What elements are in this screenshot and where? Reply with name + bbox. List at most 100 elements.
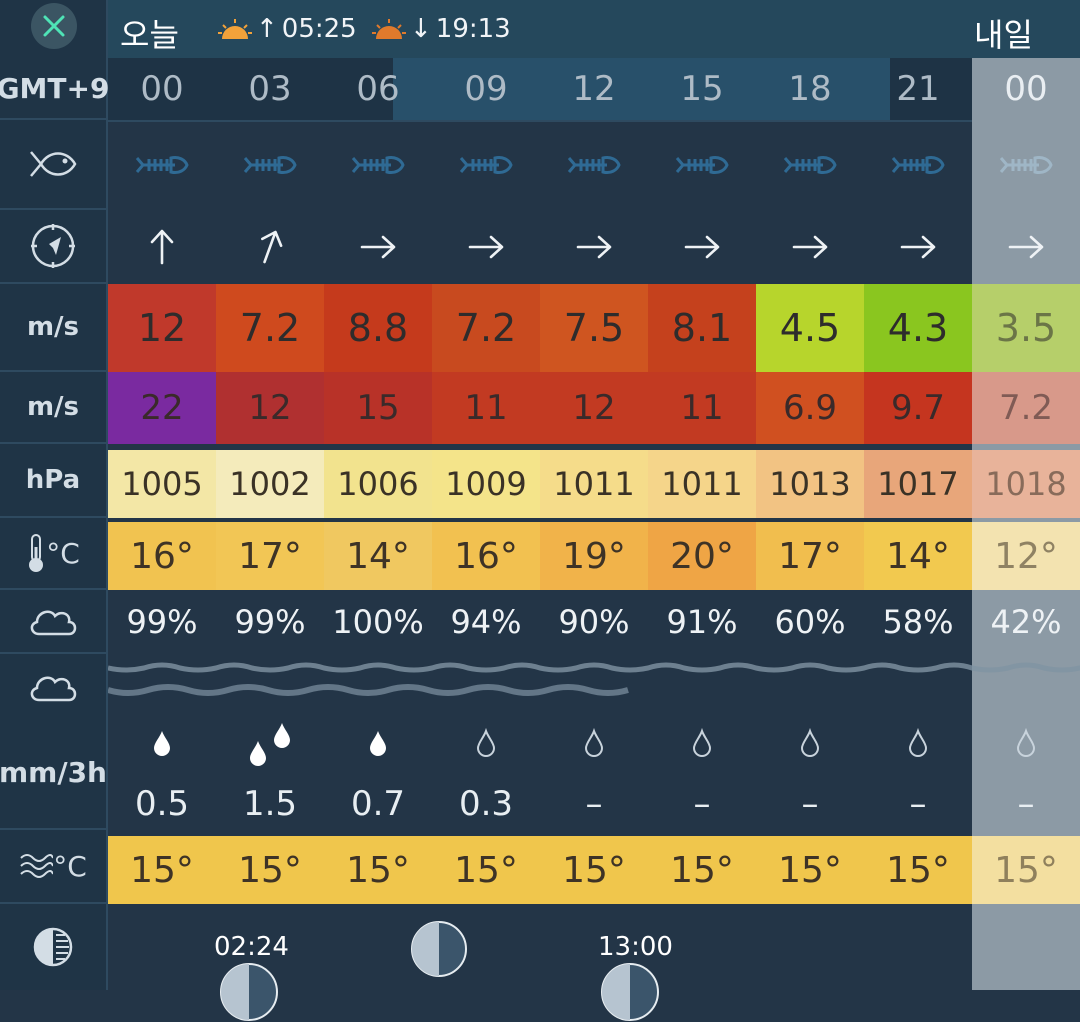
tomorrow-label: 내일 <box>974 16 1033 54</box>
temperature-cell: 19° <box>540 522 648 590</box>
moon-icon-cell <box>0 904 106 990</box>
cloud-icon <box>30 610 77 636</box>
cloud-cover-cell-value: 100% <box>332 603 424 641</box>
pressure-cell: 1018 <box>972 450 1080 518</box>
pressure-cell: 1013 <box>756 450 864 518</box>
pressure-cell-value: 1005 <box>121 465 203 503</box>
wind-arrow-icon <box>576 235 612 259</box>
pressure-cell: 1006 <box>324 450 432 518</box>
wind-direction-cell <box>324 210 432 284</box>
precip-amount-cell: 0.3 <box>432 776 540 832</box>
moon-phase-icon <box>220 963 278 1021</box>
raindrop-icon <box>584 727 604 757</box>
temperature-cell-value: 16° <box>454 535 518 577</box>
cloud-cover-cell: 99% <box>216 590 324 654</box>
sea-temp-cell-value: 15° <box>886 849 950 891</box>
wind-arrow-icon <box>261 230 283 264</box>
gust-cell: 11 <box>648 372 756 444</box>
wind-speed-cell: 8.1 <box>648 284 756 372</box>
gust-cell-value: 12 <box>248 388 292 428</box>
raindrop-icon <box>154 731 170 756</box>
wind-direction-cell <box>216 210 324 284</box>
fish-skeleton-icon <box>783 156 837 174</box>
precip-unit-cell: mm/3h <box>0 654 107 830</box>
wind-speed-cell-value: 4.3 <box>887 306 949 350</box>
gust-cell: 7.2 <box>972 372 1080 444</box>
pressure-cell-value: 1013 <box>769 465 851 503</box>
gust-cell-value: 11 <box>680 388 724 428</box>
wind-arrow-icon <box>684 235 720 259</box>
gust-cell-value: 22 <box>140 388 184 428</box>
precip-amount-cell-value: – <box>693 784 711 824</box>
cloud-layer-graph <box>108 662 1080 696</box>
precip-amount-cell-value: 1.5 <box>242 784 298 824</box>
raindrop-icon <box>800 727 820 757</box>
hour-label: 15 <box>680 69 724 109</box>
temperature-cell-value: 19° <box>562 535 626 577</box>
wind-speed-cell: 4.3 <box>864 284 972 372</box>
precip-amount-cell-value: – <box>1017 784 1035 824</box>
wind-speed-cell-value: 12 <box>137 306 187 350</box>
raindrop-icon <box>370 731 386 756</box>
close-button[interactable] <box>31 3 77 49</box>
pressure-cell-value: 1006 <box>337 465 419 503</box>
wind-direction-cell <box>432 210 540 284</box>
precip-amount-cell: 1.5 <box>216 776 324 832</box>
wind-direction-icon-cell <box>0 210 106 284</box>
raindrop-icon <box>476 727 496 757</box>
gust-cell-value: 11 <box>464 388 508 428</box>
precip-amount-cell: – <box>864 776 972 832</box>
wind-speed-cell: 7.5 <box>540 284 648 372</box>
wind-speed-cell-value: 8.1 <box>671 306 733 350</box>
gust-cell-value: 9.7 <box>890 388 946 428</box>
wind-speed-cell-value: 7.2 <box>239 306 301 350</box>
temperature-cell-value: 20° <box>670 535 734 577</box>
cloud-cover-cell-value: 91% <box>666 603 738 641</box>
fish-rating-cell <box>864 120 972 210</box>
temperature-cell-value: 12° <box>994 535 1058 577</box>
cloud-cover-cell-value: 90% <box>558 603 630 641</box>
sea-temp-cell: 15° <box>864 836 972 904</box>
fish-rating-cell <box>540 120 648 210</box>
cloud-cover-cell: 99% <box>108 590 216 654</box>
gust-cell: 12 <box>540 372 648 444</box>
temperature-cell-value: 14° <box>346 535 410 577</box>
wind-direction-cell <box>108 210 216 284</box>
today-label: 오늘 <box>120 16 179 54</box>
pressure-cell-value: 1018 <box>985 465 1067 503</box>
fish-rating-cell <box>324 120 432 210</box>
moon-time-label: 13:00 <box>598 932 673 962</box>
wind-arrow-icon <box>792 235 828 259</box>
fish-skeleton-icon <box>567 156 621 174</box>
sea-temp-cell-value: 15° <box>778 849 842 891</box>
waves-icon <box>20 854 54 878</box>
moon-time-label: 02:24 <box>214 932 289 962</box>
fish-skeleton-icon <box>351 156 405 174</box>
hour-cell: 21 <box>864 58 972 120</box>
cloud-cover-cell: 60% <box>756 590 864 654</box>
fish-skeleton-icon <box>891 156 945 174</box>
wind-arrow-icon <box>150 229 174 265</box>
sea-temp-cell: 15° <box>648 836 756 904</box>
hour-cell: 09 <box>432 58 540 120</box>
temperature-cell: 14° <box>864 522 972 590</box>
wind-speed-cell: 8.8 <box>324 284 432 372</box>
raindrop-icon <box>1016 727 1036 757</box>
temperature-cell: 16° <box>108 522 216 590</box>
wind-direction-cell <box>864 210 972 284</box>
temperature-cell-value: 17° <box>238 535 302 577</box>
thermometer-icon <box>29 534 44 572</box>
fish-rating-cell <box>972 120 1080 210</box>
sea-temp-cell: 15° <box>324 836 432 904</box>
cloud-cover-cell: 42% <box>972 590 1080 654</box>
precip-drop-cell <box>864 712 972 772</box>
gust-cell: 6.9 <box>756 372 864 444</box>
sea-temp-cell-value: 15° <box>454 849 518 891</box>
temperature-unit-cell: °C <box>0 518 106 590</box>
gust-cell-value: 12 <box>572 388 616 428</box>
precip-drop-cell <box>216 712 324 772</box>
moon-phase-icon <box>601 963 659 1021</box>
precip-drop-cell <box>432 712 540 772</box>
sunrise-icon <box>218 19 252 39</box>
hour-cell: 00 <box>108 58 216 120</box>
